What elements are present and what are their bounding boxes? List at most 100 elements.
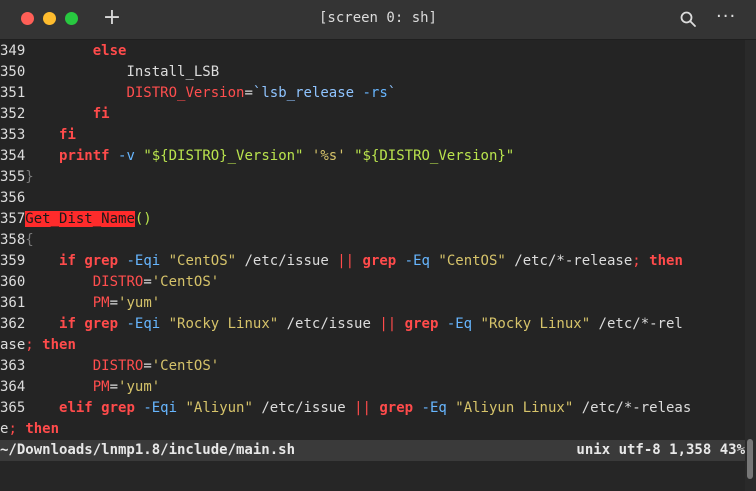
code-line: 351 DISTRO_Version=`lsb_release -rs` (0, 83, 396, 104)
more-options-icon[interactable]: ··· (716, 6, 736, 27)
code-operator: || (379, 316, 397, 332)
code-operator: || (354, 400, 371, 416)
command-line[interactable] (0, 461, 745, 491)
code-option: -rs (362, 85, 388, 101)
code-line: 352 fi (0, 104, 110, 125)
code-brace: { (25, 232, 34, 248)
code-operator: ; (8, 421, 17, 437)
code-keyword: grep (84, 316, 119, 332)
function-name-highlight: Get_Dist_Name (25, 211, 135, 227)
code-text: = (143, 274, 152, 290)
code-line: 362 if grep -Eqi "Rocky Linux" /etc/issu… (0, 314, 683, 335)
code-string: 'yum' (118, 295, 161, 311)
code-text: = (109, 295, 119, 311)
code-line: 360 DISTRO='CentOS' (0, 272, 219, 293)
line-number: 358 (0, 232, 26, 248)
code-option: -Eqi (143, 400, 178, 416)
line-number: 363 (0, 358, 26, 374)
code-text: ase (0, 337, 26, 353)
code-line: 354 printf -v "${DISTRO}_Version" '%s' "… (0, 146, 514, 167)
scrollbar-thumb[interactable] (747, 439, 753, 479)
code-string: "${DISTRO}_Version" (143, 148, 304, 164)
code-string: 'CentOS' (151, 358, 220, 374)
code-line: 363 DISTRO='CentOS' (0, 356, 219, 377)
code-variable: DISTRO (92, 274, 144, 290)
code-line-wrapped: e; then (0, 419, 59, 440)
line-number: 362 (0, 316, 26, 332)
code-line: 356 (0, 188, 25, 209)
line-number: 351 (0, 85, 26, 101)
code-string: '%s' (311, 148, 346, 164)
code-string: "Aliyun" (185, 400, 253, 416)
code-operator: ; (632, 253, 641, 269)
code-line: 350 Install_LSB (0, 62, 219, 83)
code-line: 361 PM='yum' (0, 293, 160, 314)
terminal-window: + [screen 0: sh] ··· 349 else 350 Instal… (0, 0, 756, 491)
line-number: 361 (0, 295, 26, 311)
code-keyword: then (649, 253, 683, 269)
code-keyword: grep (84, 253, 119, 269)
code-line: 355} (0, 167, 34, 188)
code-keyword: elif (59, 400, 93, 416)
line-number: 356 (0, 190, 26, 206)
code-text: () (134, 211, 152, 227)
line-number: 349 (0, 43, 26, 59)
code-operator: || (337, 253, 355, 269)
line-number: 364 (0, 379, 26, 395)
scrollbar[interactable] (745, 40, 756, 491)
status-file-path: ~/Downloads/lnmp1.8/include/main.sh (0, 442, 296, 458)
code-keyword: printf (59, 148, 110, 164)
code-string: "CentOS" (438, 253, 506, 269)
line-number: 357 (0, 211, 26, 227)
code-option: -Eqi (126, 253, 161, 269)
code-operator: ; (25, 337, 34, 353)
line-number: 355 (0, 169, 26, 185)
code-line: 359 if grep -Eqi "CentOS" /etc/issue || … (0, 251, 683, 272)
code-keyword: grep (101, 400, 135, 416)
code-string: 'CentOS' (151, 274, 220, 290)
code-option: -Eq (446, 316, 473, 332)
code-keyword: then (25, 421, 60, 437)
code-keyword: fi (92, 106, 110, 122)
window-title: [screen 0: sh] (318, 10, 437, 26)
code-text: lsb_release (261, 85, 355, 101)
code-line: 349 else (0, 41, 126, 62)
code-string: 'yum' (118, 379, 161, 395)
code-text: ` (387, 85, 397, 101)
status-line: ~/Downloads/lnmp1.8/include/main.sh unix … (0, 440, 745, 461)
code-text: /etc/*-release (505, 253, 633, 269)
code-text: = (143, 358, 152, 374)
code-string: "Aliyun Linux" (455, 400, 574, 416)
terminal-content[interactable]: 349 else 350 Install_LSB 351 DISTRO_Vers… (0, 40, 745, 480)
code-keyword: else (92, 43, 127, 59)
title-bar: + [screen 0: sh] ··· (0, 0, 756, 40)
code-string: "Rocky Linux" (480, 316, 591, 332)
code-text: /etc/issue (278, 316, 380, 332)
code-text: /etc/issue (236, 253, 338, 269)
code-keyword: grep (404, 316, 439, 332)
code-line: 353 fi (0, 125, 76, 146)
code-text: /etc/issue (252, 400, 355, 416)
search-icon[interactable] (679, 10, 697, 28)
code-variable: DISTRO_Version (126, 85, 245, 101)
code-text: /etc/*-rel (590, 316, 683, 332)
